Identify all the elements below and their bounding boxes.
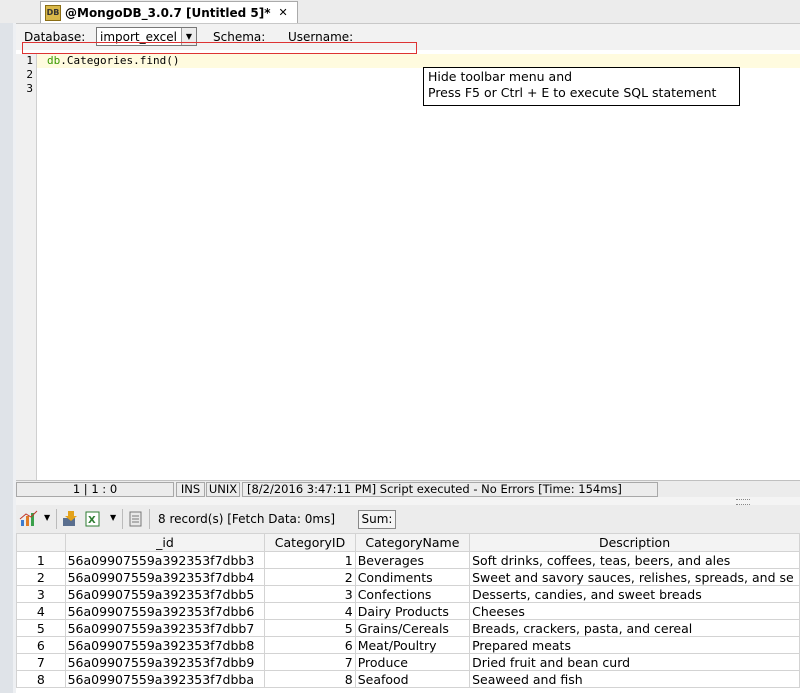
column-header-categoryname[interactable]: CategoryName xyxy=(354,533,471,552)
execution-status-message: [8/2/2016 3:47:11 PM] Script executed - … xyxy=(242,482,658,497)
line-ending-indicator: UNIX xyxy=(206,482,240,497)
row-number[interactable]: 8 xyxy=(16,670,66,688)
toolbar-separator xyxy=(56,509,57,529)
database-document-icon: DB xyxy=(45,4,61,21)
tooltip-line-2: Press F5 or Ctrl + E to execute SQL stat… xyxy=(428,85,717,100)
cell-categoryid[interactable]: 4 xyxy=(264,602,356,620)
cell-id[interactable]: 56a09907559a392353f7dbb6 xyxy=(64,602,266,620)
hint-tooltip: Hide toolbar menu and Press F5 or Ctrl +… xyxy=(423,67,740,106)
table-row[interactable]: 1 56a09907559a392353f7dbb3 1 Beverages Soft … xyxy=(16,551,800,569)
column-header-categoryid[interactable]: CategoryID xyxy=(264,533,356,552)
cell-categoryname[interactable]: Produce xyxy=(354,653,471,671)
grid-header-row: _id CategoryID CategoryName Description xyxy=(16,533,800,552)
row-number[interactable]: 5 xyxy=(16,619,66,637)
tooltip-line-1: Hide toolbar menu and xyxy=(428,69,573,84)
cell-description[interactable]: Dried fruit and bean curd xyxy=(469,653,800,671)
cell-categoryid[interactable]: 3 xyxy=(264,585,356,603)
toolbar-separator xyxy=(122,509,123,529)
cell-id[interactable]: 56a09907559a392353f7dbb7 xyxy=(64,619,266,637)
cell-categoryname[interactable]: Condiments xyxy=(354,568,471,586)
row-number[interactable]: 3 xyxy=(16,585,66,603)
table-row[interactable]: 8 56a09907559a392353f7dbba 8 Seafood Seaweed… xyxy=(16,670,800,688)
cursor-position: 1 | 1 : 0 xyxy=(16,482,174,497)
column-header-id[interactable]: _id xyxy=(64,533,266,552)
record-count-label: 8 record(s) [Fetch Data: 0ms] xyxy=(158,512,336,526)
editor-tab[interactable]: DB @MongoDB_3.0.7 [Untitled 5]* ✕ xyxy=(40,1,298,23)
left-dock-strip xyxy=(0,23,14,693)
cell-categoryname[interactable]: Grains/Cereals xyxy=(354,619,471,637)
row-number[interactable]: 6 xyxy=(16,636,66,654)
cell-description[interactable]: Seaweed and fish xyxy=(469,670,800,688)
close-tab-icon[interactable]: ✕ xyxy=(279,6,288,19)
cell-description[interactable]: Desserts, candies, and sweet breads xyxy=(469,585,800,603)
line-number: 1 xyxy=(26,54,33,67)
row-number[interactable]: 2 xyxy=(16,568,66,586)
chart-dropdown-arrow-icon[interactable]: ▼ xyxy=(44,513,50,522)
cell-description[interactable]: Soft drinks, coffees, teas, beers, and a… xyxy=(469,551,800,569)
record-details-icon[interactable] xyxy=(128,510,144,528)
results-grid: _id CategoryID CategoryName Description … xyxy=(16,533,800,688)
sum-button[interactable]: Sum: xyxy=(358,510,396,529)
cell-categoryid[interactable]: 5 xyxy=(264,619,356,637)
cell-id[interactable]: 56a09907559a392353f7dbb8 xyxy=(64,636,266,654)
table-row[interactable]: 6 56a09907559a392353f7dbb8 6 Meat/Poultry Pr… xyxy=(16,636,800,654)
code-line-1[interactable]: db.Categories.find() xyxy=(47,54,179,68)
cell-id[interactable]: 56a09907559a392353f7dbb4 xyxy=(64,568,266,586)
cell-description[interactable]: Cheeses xyxy=(469,602,800,620)
table-row[interactable]: 5 56a09907559a392353f7dbb7 5 Grains/Cereals… xyxy=(16,619,800,637)
table-row[interactable]: 7 56a09907559a392353f7dbb9 7 Produce Dried f… xyxy=(16,653,800,671)
svg-text:X: X xyxy=(88,515,96,526)
cell-categoryid[interactable]: 6 xyxy=(264,636,356,654)
cell-categoryname[interactable]: Seafood xyxy=(354,670,471,688)
insert-mode-indicator: INS xyxy=(176,482,205,497)
excel-export-icon[interactable]: X xyxy=(84,510,102,528)
cell-id[interactable]: 56a09907559a392353f7dbb5 xyxy=(64,585,266,603)
cell-description[interactable]: Sweet and savory sauces, relishes, sprea… xyxy=(469,568,800,586)
cell-categoryid[interactable]: 8 xyxy=(264,670,356,688)
cell-id[interactable]: 56a09907559a392353f7dbb3 xyxy=(64,551,266,569)
pane-splitter[interactable] xyxy=(16,497,800,505)
cell-categoryname[interactable]: Meat/Poultry xyxy=(354,636,471,654)
code-keyword: db xyxy=(47,54,61,67)
row-number-header[interactable] xyxy=(16,533,66,552)
chart-icon[interactable] xyxy=(19,510,39,528)
cell-description[interactable]: Prepared meats xyxy=(469,636,800,654)
cell-categoryid[interactable]: 2 xyxy=(264,568,356,586)
export-dropdown-arrow-icon[interactable]: ▼ xyxy=(110,513,116,522)
table-row[interactable]: 2 56a09907559a392353f7dbb4 2 Condiments Swee… xyxy=(16,568,800,586)
export-icon[interactable] xyxy=(62,510,80,528)
sql-editor[interactable] xyxy=(37,54,800,480)
status-bar: 1 | 1 : 0 INS UNIX [8/2/2016 3:47:11 PM]… xyxy=(16,480,800,498)
line-number: 3 xyxy=(26,82,33,95)
cell-categoryname[interactable]: Confections xyxy=(354,585,471,603)
row-number[interactable]: 4 xyxy=(16,602,66,620)
table-row[interactable]: 3 56a09907559a392353f7dbb5 3 Confections Des… xyxy=(16,585,800,603)
code-text: .Categories.find() xyxy=(60,54,180,67)
cell-id[interactable]: 56a09907559a392353f7dbba xyxy=(64,670,266,688)
cell-id[interactable]: 56a09907559a392353f7dbb9 xyxy=(64,653,266,671)
line-number-gutter: 1 2 3 xyxy=(16,54,37,480)
toolbar-separator xyxy=(149,509,150,529)
row-number[interactable]: 7 xyxy=(16,653,66,671)
tab-title: @MongoDB_3.0.7 [Untitled 5]* xyxy=(65,5,271,20)
toolbar-highlight-box xyxy=(22,42,417,54)
column-header-description[interactable]: Description xyxy=(469,533,800,552)
row-number[interactable]: 1 xyxy=(16,551,66,569)
cell-categoryid[interactable]: 1 xyxy=(264,551,356,569)
table-row[interactable]: 4 56a09907559a392353f7dbb6 4 Dairy Products… xyxy=(16,602,800,620)
cell-categoryid[interactable]: 7 xyxy=(264,653,356,671)
line-number: 2 xyxy=(26,68,33,81)
cell-description[interactable]: Breads, crackers, pasta, and cereal xyxy=(469,619,800,637)
cell-categoryname[interactable]: Beverages xyxy=(354,551,471,569)
cell-categoryname[interactable]: Dairy Products xyxy=(354,602,471,620)
